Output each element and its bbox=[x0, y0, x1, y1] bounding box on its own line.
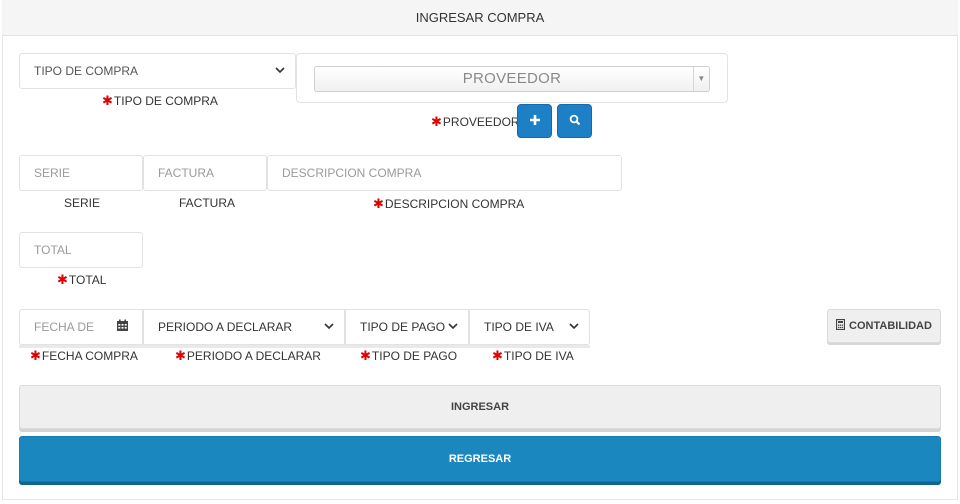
descripcion-label: ✱DESCRIPCION COMPRA bbox=[373, 196, 525, 211]
required-mark: ✱ bbox=[373, 196, 384, 211]
tipo-pago-label: ✱TIPO DE PAGO bbox=[360, 348, 458, 363]
serie-placeholder: SERIE bbox=[34, 166, 71, 180]
calendar-button[interactable] bbox=[103, 309, 143, 345]
periodo-select[interactable]: PERIODO A DECLARAR bbox=[143, 309, 345, 345]
descripcion-input[interactable]: DESCRIPCION COMPRA bbox=[267, 155, 622, 191]
tipo-iva-value: TIPO DE IVA bbox=[484, 320, 554, 334]
add-proveedor-button[interactable] bbox=[517, 104, 552, 138]
periodo-value: PERIODO A DECLARAR bbox=[158, 320, 293, 334]
calendar-icon bbox=[116, 319, 129, 335]
fecha-compra-label: ✱FECHA COMPRA bbox=[30, 348, 138, 363]
chevron-down-icon bbox=[275, 65, 285, 77]
proveedor-select[interactable]: PROVEEDOR ▼ bbox=[314, 66, 710, 92]
contabilidad-button[interactable]: CONTABILIDAD bbox=[827, 309, 941, 343]
serie-label: SERIE bbox=[64, 196, 101, 210]
total-label: ✱TOTAL bbox=[57, 272, 107, 287]
required-mark: ✱ bbox=[30, 348, 41, 363]
proveedor-value: PROVEEDOR bbox=[462, 70, 562, 87]
tipo-iva-label: ✱TIPO DE IVA bbox=[492, 348, 574, 363]
chevron-down-icon bbox=[569, 321, 579, 333]
required-mark: ✱ bbox=[57, 272, 68, 287]
tipo-pago-value: TIPO DE PAGO bbox=[360, 320, 446, 334]
tipo-compra-value: TIPO DE COMPRA bbox=[34, 64, 139, 78]
tipo-compra-label: ✱TIPO DE COMPRA bbox=[102, 93, 218, 108]
tipo-pago-select[interactable]: TIPO DE PAGO bbox=[345, 309, 469, 345]
plus-icon bbox=[529, 114, 541, 129]
proveedor-label: ✱PROVEEDOR bbox=[431, 114, 520, 129]
total-input[interactable]: TOTAL bbox=[19, 232, 143, 268]
periodo-label: ✱PERIODO A DECLARAR bbox=[175, 348, 321, 363]
page-title: INGRESAR COMPRA bbox=[2, 0, 958, 36]
required-mark: ✱ bbox=[175, 348, 186, 363]
regresar-button[interactable]: REGRESAR bbox=[19, 436, 941, 482]
ingresar-button[interactable]: INGRESAR bbox=[19, 385, 941, 429]
required-mark: ✱ bbox=[431, 114, 442, 129]
chevron-down-icon bbox=[448, 321, 458, 333]
tipo-compra-select[interactable]: TIPO DE COMPRA bbox=[19, 53, 296, 89]
required-mark: ✱ bbox=[492, 348, 503, 363]
serie-input[interactable]: SERIE bbox=[19, 155, 143, 191]
contabilidad-label: CONTABILIDAD bbox=[849, 320, 932, 332]
fecha-placeholder: FECHA DE bbox=[34, 320, 95, 334]
factura-label: FACTURA bbox=[179, 196, 236, 210]
tipo-iva-select[interactable]: TIPO DE IVA bbox=[469, 309, 590, 345]
required-mark: ✱ bbox=[360, 348, 371, 363]
fecha-compra-input[interactable]: FECHA DE bbox=[19, 309, 104, 345]
search-icon bbox=[569, 114, 581, 129]
descripcion-placeholder: DESCRIPCION COMPRA bbox=[282, 166, 422, 180]
calculator-icon bbox=[835, 318, 846, 333]
dropdown-arrow-icon: ▼ bbox=[693, 67, 709, 91]
factura-input[interactable]: FACTURA bbox=[143, 155, 267, 191]
total-placeholder: TOTAL bbox=[34, 243, 72, 257]
search-proveedor-button[interactable] bbox=[557, 104, 592, 138]
chevron-down-icon bbox=[324, 321, 334, 333]
factura-placeholder: FACTURA bbox=[158, 166, 215, 180]
required-mark: ✱ bbox=[102, 93, 113, 108]
